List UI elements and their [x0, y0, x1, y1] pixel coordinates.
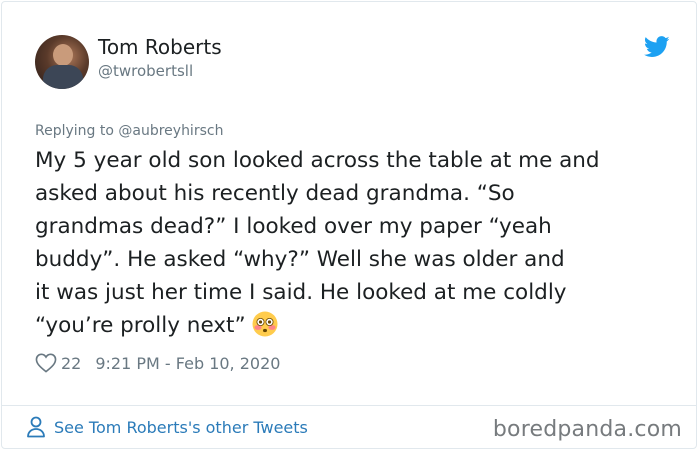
see-other-tweets-link[interactable]: See Tom Roberts's other Tweets	[26, 416, 308, 438]
twitter-bird-icon[interactable]	[644, 36, 670, 58]
replying-to[interactable]: Replying to @aubreyhirsch	[35, 123, 223, 139]
avatar-head	[53, 44, 73, 66]
tweet-timestamp[interactable]: 9:21 PM - Feb 10, 2020	[95, 354, 280, 373]
heart-icon[interactable]	[35, 353, 57, 373]
tweet-card: Tom Roberts @twrobertsll Replying to @au…	[1, 1, 697, 449]
tweet-body: My 5 year old son looked across the tabl…	[35, 148, 600, 338]
flushed-face-icon	[252, 311, 278, 337]
see-other-tweets-label: See Tom Roberts's other Tweets	[54, 417, 308, 437]
avatar-body	[43, 65, 83, 89]
author-handle[interactable]: @twrobertsll	[98, 62, 193, 80]
author-name[interactable]: Tom Roberts	[98, 35, 222, 59]
like-count[interactable]: 22	[61, 354, 81, 373]
tweet-meta: 22 9:21 PM - Feb 10, 2020	[35, 353, 280, 373]
tweet-text: My 5 year old son looked across the tabl…	[35, 144, 675, 342]
person-icon	[27, 416, 45, 438]
author-avatar[interactable]	[35, 35, 89, 89]
divider	[2, 405, 696, 406]
watermark: boredpanda.com	[492, 417, 682, 442]
